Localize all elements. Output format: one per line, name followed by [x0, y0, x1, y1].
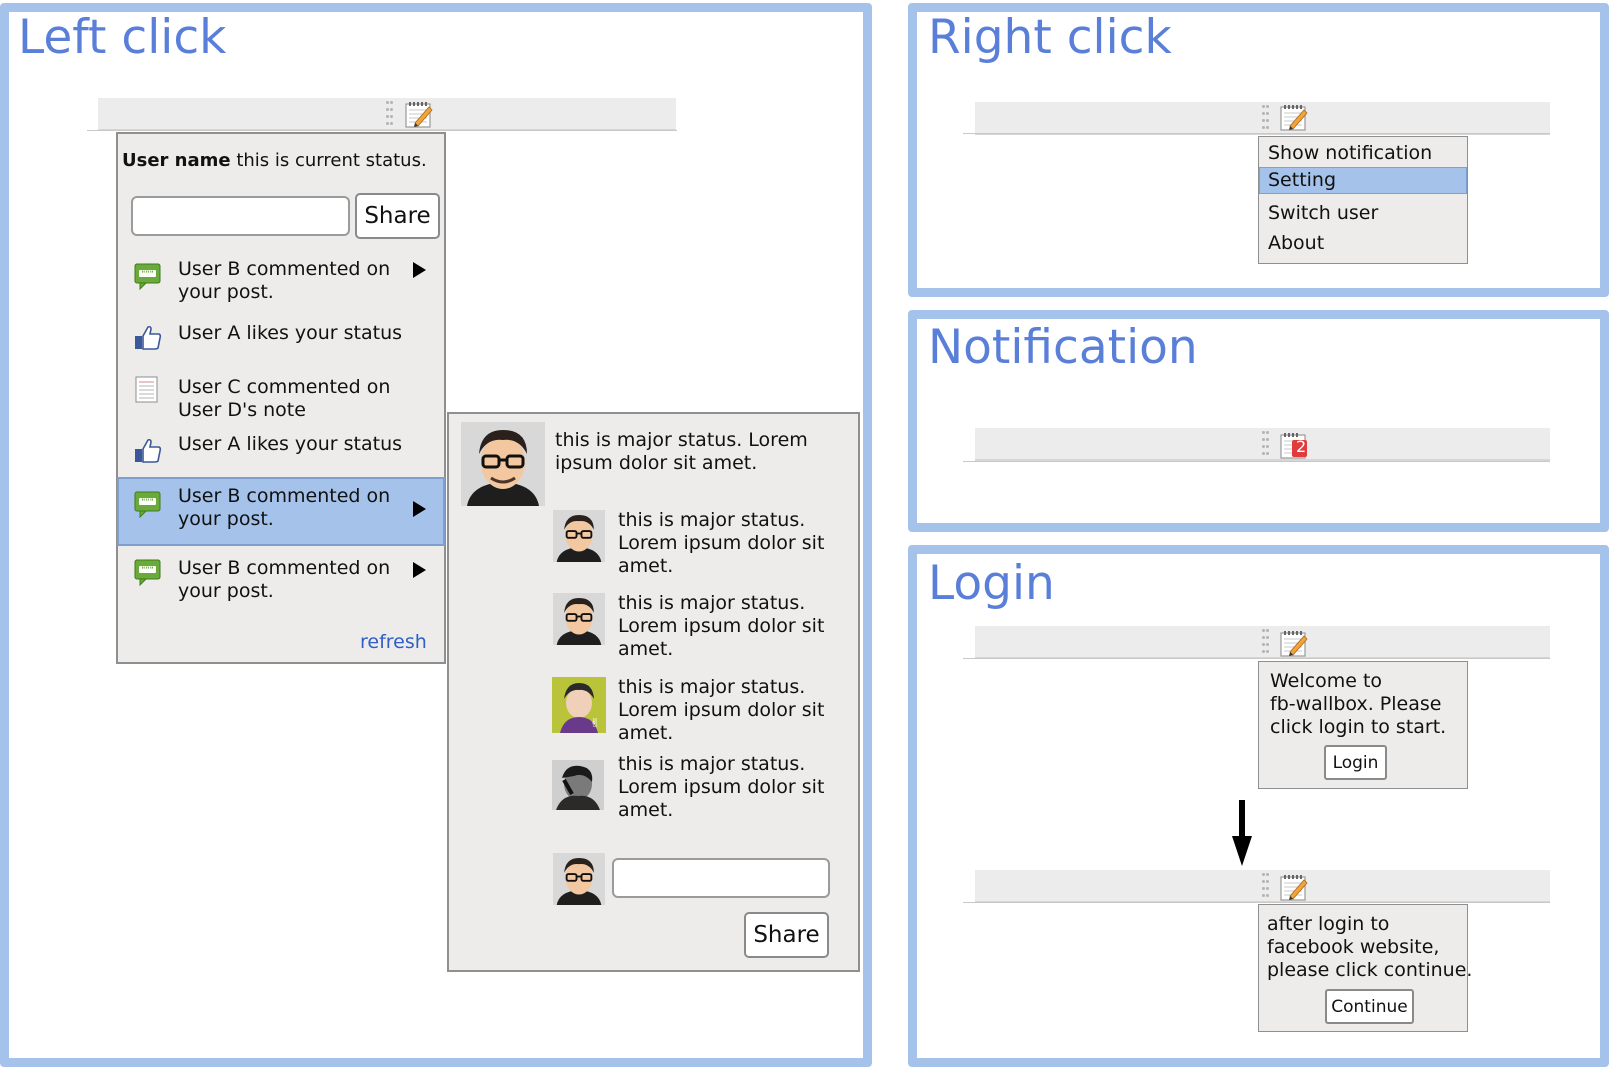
notepad-tray-icon[interactable] — [1279, 874, 1309, 902]
menu-item-switch-user[interactable]: Switch user — [1268, 202, 1378, 225]
notification-item-line1[interactable]: User A likes your status — [178, 322, 402, 345]
notification-item-line1[interactable]: User B commented on — [178, 485, 390, 508]
grip-handle[interactable] — [1262, 105, 1269, 131]
grip-handle[interactable] — [1262, 873, 1269, 899]
comment-line1: this is major status. — [618, 753, 806, 775]
comment-share-button[interactable]: Share — [744, 912, 829, 958]
current-status-line: User name this is current status. — [122, 149, 427, 172]
status-input[interactable] — [131, 196, 350, 236]
continue-message-line2: facebook website, — [1267, 936, 1440, 958]
flow-arrow-icon — [1232, 800, 1252, 866]
login-message-line2: fb-wallbox. Please — [1270, 693, 1442, 715]
comment-line1: this is major status. — [618, 592, 806, 614]
share-button[interactable]: Share — [355, 193, 440, 239]
major-status-line2: ipsum dolor sit amet. — [555, 452, 758, 474]
notification-item-line1[interactable]: User A likes your status — [178, 433, 402, 456]
notepad-tray-icon[interactable] — [1279, 104, 1309, 132]
menu-item-setting[interactable]: Setting — [1268, 169, 1336, 192]
expand-arrow-icon[interactable] — [413, 262, 426, 278]
major-status-line1: this is major status. Lorem — [555, 429, 808, 451]
continue-button[interactable]: Continue — [1325, 989, 1414, 1024]
user-name: User name — [122, 150, 231, 171]
svg-text:✌: ✌ — [590, 716, 600, 730]
comment-line3: amet. — [618, 638, 674, 660]
notification-item-line2[interactable]: your post. — [178, 580, 274, 603]
comment-line3: amet. — [618, 722, 674, 744]
comment-line3: amet. — [618, 799, 674, 821]
comment-line3: amet. — [618, 555, 674, 577]
login-message-line1: Welcome to — [1270, 670, 1383, 692]
comment-line2: Lorem ipsum dolor sit — [618, 699, 825, 721]
comment-icon: """ — [134, 559, 161, 586]
comment-line2: Lorem ipsum dolor sit — [618, 615, 825, 637]
taskbar-underline — [963, 461, 1550, 462]
notification-item-line2[interactable]: User D's note — [178, 399, 306, 422]
notification-item-line2[interactable]: your post. — [178, 508, 274, 531]
menu-item-about[interactable]: About — [1268, 232, 1324, 255]
notification-item-line1[interactable]: User C commented on — [178, 376, 390, 399]
comment-line1: this is major status. — [618, 676, 806, 698]
expand-arrow-icon[interactable] — [413, 501, 426, 517]
notification-badge-count: 2 — [1296, 437, 1307, 456]
login-message-line3: click login to start. — [1270, 716, 1447, 738]
continue-message-line3: please click continue. — [1267, 959, 1473, 981]
svg-text:""": """ — [141, 566, 154, 575]
avatar — [461, 422, 545, 506]
comment-line2: Lorem ipsum dolor sit — [618, 776, 825, 798]
like-icon — [135, 325, 162, 350]
taskbar-underline — [963, 902, 1550, 903]
notepad-tray-icon[interactable] — [1279, 630, 1309, 658]
notification-item-line2[interactable]: your post. — [178, 281, 274, 304]
notepad-tray-icon[interactable] — [404, 101, 434, 129]
comment-icon: """ — [134, 491, 161, 518]
grip-handle[interactable] — [1262, 629, 1269, 655]
grip-handle[interactable] — [1262, 431, 1269, 457]
comment-input[interactable] — [612, 858, 830, 898]
avatar — [553, 593, 605, 645]
svg-text:""": """ — [141, 498, 154, 507]
left-click-title: Left click — [18, 10, 227, 65]
expand-arrow-icon[interactable] — [413, 562, 426, 578]
notification-item-line1[interactable]: User B commented on — [178, 258, 390, 281]
notification-item-line1[interactable]: User B commented on — [178, 557, 390, 580]
refresh-link[interactable]: refresh — [360, 631, 427, 654]
comment-icon: """ — [134, 263, 161, 290]
login-button[interactable]: Login — [1324, 745, 1387, 780]
notification-title: Notification — [928, 320, 1198, 375]
comment-line2: Lorem ipsum dolor sit — [618, 532, 825, 554]
avatar — [553, 510, 605, 562]
continue-message-line1: after login to — [1267, 913, 1390, 935]
grip-handle[interactable] — [386, 101, 393, 127]
comment-line1: this is major status. — [618, 509, 806, 531]
avatar — [553, 853, 605, 905]
taskbar-underline — [963, 658, 1550, 659]
svg-text:""": """ — [141, 270, 154, 279]
current-status: this is current status. — [230, 150, 427, 171]
taskbar-underline — [963, 133, 1550, 134]
login-title: Login — [928, 556, 1055, 611]
right-click-title: Right click — [928, 10, 1172, 65]
avatar: ✌ — [552, 677, 606, 733]
taskbar-underline — [87, 130, 677, 131]
avatar — [552, 760, 604, 810]
menu-item-show-notification[interactable]: Show notification — [1268, 142, 1432, 165]
note-icon — [135, 376, 158, 403]
like-icon — [135, 438, 162, 463]
